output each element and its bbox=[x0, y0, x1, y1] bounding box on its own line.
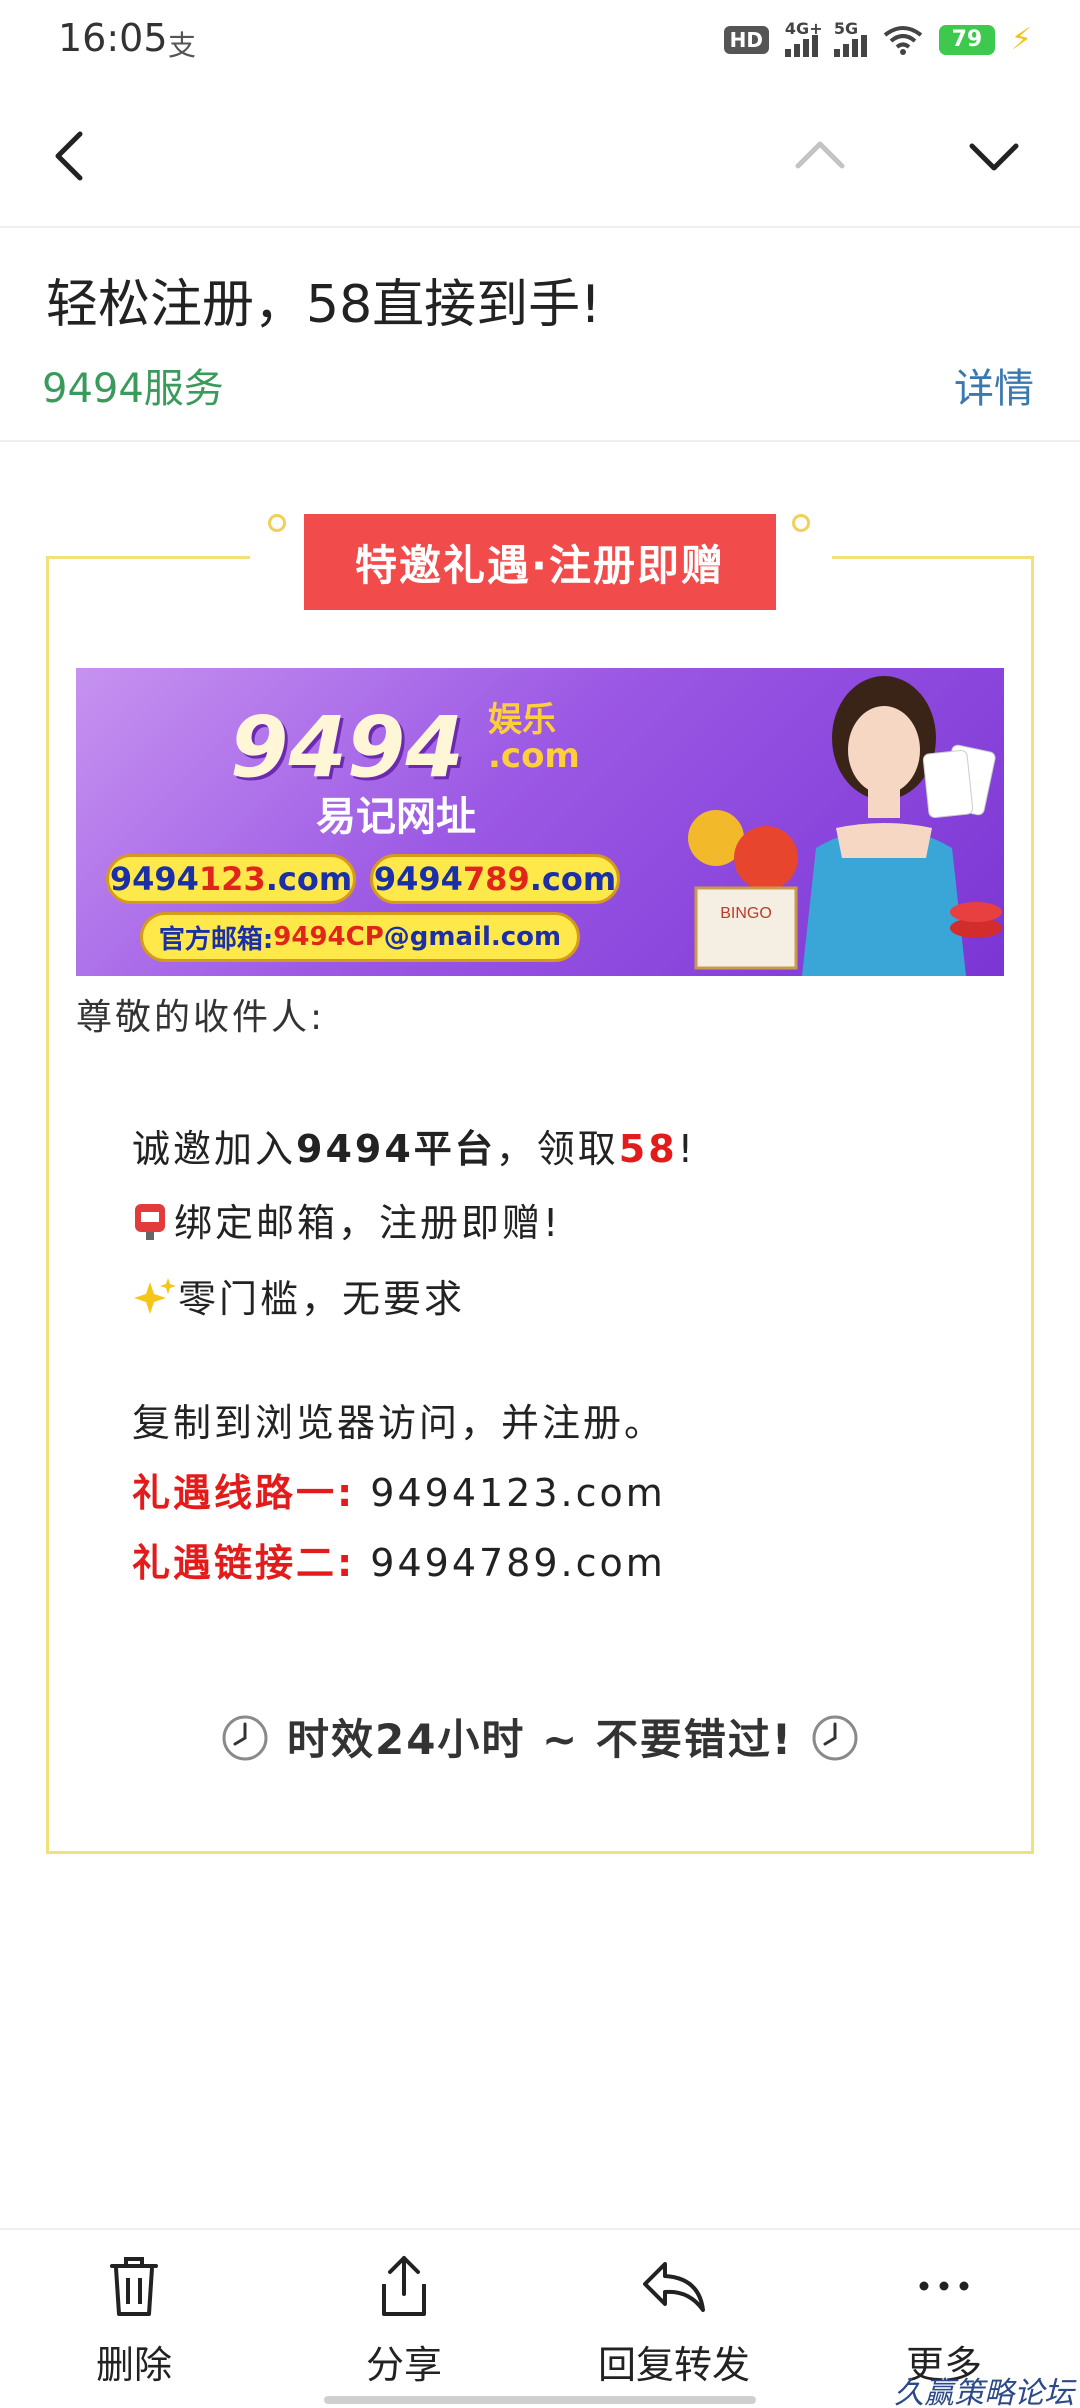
signal-5g-icon: 5G bbox=[833, 19, 867, 57]
clock-icon bbox=[222, 1715, 268, 1761]
share-label: 分享 bbox=[365, 2343, 442, 2387]
bind-line: 绑定邮箱，注册即赠! bbox=[132, 1192, 561, 1247]
deadline-notice: 时效24小时 ~ 不要错过! bbox=[0, 1706, 1080, 1767]
wifi-icon bbox=[883, 25, 923, 55]
link-2-url[interactable]: 9494789.com bbox=[370, 1541, 665, 1585]
status-time: 16:05 bbox=[58, 16, 168, 60]
reply-icon bbox=[643, 2262, 705, 2312]
zero-threshold-line: 零门槛，无要求 bbox=[132, 1268, 465, 1323]
status-indicators: HD 4G+ 5G 79 ⚡ bbox=[723, 19, 1032, 57]
link-line-2: 礼遇链接二: 9494789.com bbox=[132, 1541, 666, 1585]
reply-forward-button[interactable]: 回复转发 bbox=[574, 2254, 774, 2389]
link-1-url[interactable]: 9494123.com bbox=[370, 1471, 665, 1515]
hd-voice-icon: HD bbox=[723, 25, 769, 54]
sender-name[interactable]: 9494服务 bbox=[42, 356, 224, 414]
model-illustration bbox=[802, 676, 1002, 976]
banner-url-2: 9494 789 .com bbox=[370, 854, 620, 904]
header-divider bbox=[0, 440, 1080, 442]
signal-4g-icon: 4G+ bbox=[784, 19, 823, 57]
more-icon bbox=[919, 2281, 969, 2291]
email-subject: 轻松注册，58直接到手! bbox=[46, 275, 602, 335]
home-indicator[interactable] bbox=[324, 2396, 756, 2404]
promo-banner[interactable]: BINGO 9494 娱乐 .com 易记网址 9494 123 .com 9494… bbox=[76, 668, 1004, 976]
decor-dot-right bbox=[792, 514, 810, 532]
watermark: 久赢策略论坛 bbox=[894, 2376, 1074, 2408]
chevron-left-icon[interactable] bbox=[44, 126, 104, 186]
sparkles-icon bbox=[134, 1278, 176, 1314]
share-icon bbox=[382, 2256, 426, 2316]
svg-text:BINGO: BINGO bbox=[720, 905, 772, 922]
greeting: 尊敬的收件人: bbox=[76, 997, 326, 1038]
clock-icon bbox=[812, 1715, 858, 1761]
trash-icon bbox=[110, 2257, 158, 2316]
status-bar: 16:05 支 HD 4G+ 5G 79 ⚡ bbox=[0, 0, 1080, 84]
postbox-icon bbox=[135, 1204, 165, 1240]
charging-icon: ⚡ bbox=[1010, 22, 1032, 57]
details-link[interactable]: 详情 bbox=[954, 356, 1034, 414]
link-line-1: 礼遇线路一: 9494123.com bbox=[132, 1471, 666, 1515]
banner-url-1: 9494 123 .com bbox=[106, 854, 356, 904]
banner-brand: 娱乐 .com bbox=[488, 700, 580, 776]
nav-bar bbox=[0, 84, 1080, 228]
copy-instruction: 复制到浏览器访问，并注册。 bbox=[132, 1401, 666, 1445]
decor-dot-left bbox=[268, 514, 286, 532]
invite-line: 诚邀加入9494平台，领取58! bbox=[132, 1127, 696, 1171]
chevron-down-icon[interactable] bbox=[964, 126, 1024, 186]
card-title: 特邀礼遇·注册即赠 bbox=[304, 514, 776, 610]
delete-button[interactable]: 删除 bbox=[34, 2254, 234, 2389]
battery-icon: 79 bbox=[938, 24, 995, 55]
banner-subtitle: 易记网址 bbox=[316, 794, 476, 840]
alipay-icon: 支 bbox=[168, 29, 197, 62]
delete-label: 删除 bbox=[95, 2343, 172, 2387]
banner-official-email: 官方邮箱: 9494CP @gmail.com bbox=[140, 912, 580, 962]
reply-forward-label: 回复转发 bbox=[597, 2343, 750, 2387]
banner-logo: 9494 bbox=[230, 698, 464, 796]
share-button[interactable]: 分享 bbox=[304, 2254, 504, 2389]
chevron-up-icon[interactable] bbox=[790, 126, 850, 186]
